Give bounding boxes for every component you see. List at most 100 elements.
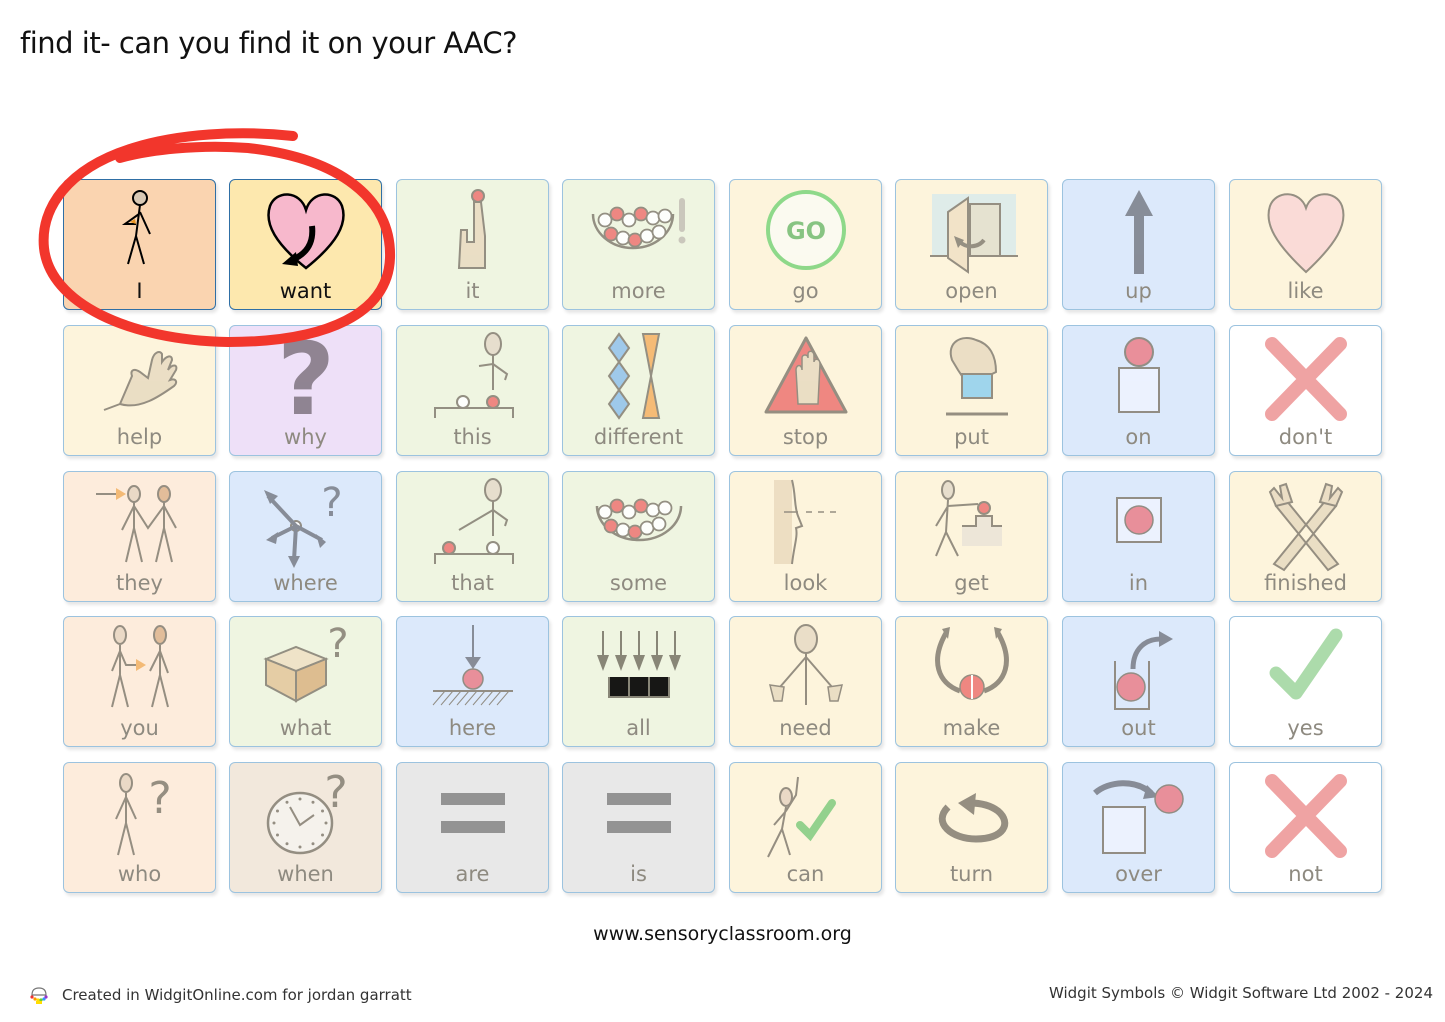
symbol-cell-need[interactable]: need xyxy=(729,616,882,747)
symbol-label: you xyxy=(120,716,159,740)
arrows-joining-ball-icon xyxy=(935,627,1009,700)
symbol-cell-all[interactable]: all xyxy=(562,616,715,747)
symbol-label: this xyxy=(453,425,492,449)
symbol-cell-that[interactable]: that xyxy=(396,471,549,602)
widgit-logo-icon xyxy=(30,987,48,1004)
symbol-cell-what[interactable]: ? what xyxy=(229,616,382,747)
symbol-label: stop xyxy=(782,425,829,449)
symbol-label: are xyxy=(455,862,490,886)
diamonds-hourglass-icon xyxy=(607,332,661,420)
symbol-cell-different[interactable]: different xyxy=(562,325,715,456)
symbol-label: more xyxy=(611,279,666,303)
two-people-icon xyxy=(96,485,177,563)
symbol-cell-more[interactable]: more xyxy=(562,179,715,310)
symbol-cell-finished[interactable]: finished xyxy=(1229,471,1382,602)
symbol-cell-turn[interactable]: turn xyxy=(895,762,1048,893)
cross-icon xyxy=(1265,774,1347,858)
door-open-icon xyxy=(930,194,1018,274)
symbol-cell-not[interactable]: not xyxy=(1229,762,1382,893)
symbol-label: want xyxy=(279,279,332,303)
symbol-label: look xyxy=(783,571,828,595)
symbol-cell-is[interactable]: is xyxy=(562,762,715,893)
symbol-cell-like[interactable]: like xyxy=(1229,179,1382,310)
person-pointing-near-icon xyxy=(434,332,514,418)
symbol-label: on xyxy=(1125,425,1152,449)
symbol-label: why xyxy=(284,425,327,449)
symbol-label: who xyxy=(117,862,162,886)
svg-text:?: ? xyxy=(148,773,171,824)
symbol-cell-can[interactable]: can xyxy=(729,762,882,893)
symbol-cell-get[interactable]: get xyxy=(895,471,1048,602)
arrows-question-icon: ? xyxy=(264,480,343,568)
equals-icon xyxy=(441,793,505,833)
symbol-cell-up[interactable]: up xyxy=(1062,179,1215,310)
person-to-person-icon xyxy=(111,625,169,708)
ball-in-box-icon xyxy=(1116,497,1162,543)
symbol-cell-in[interactable]: in xyxy=(1062,471,1215,602)
symbol-label: they xyxy=(116,571,163,595)
website-url[interactable]: www.sensoryclassroom.org xyxy=(0,923,1445,945)
page-title: find it- can you find it on your AAC? xyxy=(20,26,518,60)
symbol-cell-yes[interactable]: yes xyxy=(1229,616,1382,747)
rotate-arrow-icon xyxy=(938,793,1009,843)
symbol-cell-out[interactable]: out xyxy=(1062,616,1215,747)
symbol-cell-it[interactable]: it xyxy=(396,179,549,310)
svg-text:GO: GO xyxy=(786,217,826,245)
symbol-cell-where[interactable]: ? where xyxy=(229,471,382,602)
person-pointing-far-icon xyxy=(434,478,514,564)
symbol-label: some xyxy=(609,571,668,595)
person-getting-icon xyxy=(935,480,1002,557)
symbol-cell-put[interactable]: put xyxy=(895,325,1048,456)
symbol-label: put xyxy=(954,425,989,449)
symbol-cell-make[interactable]: make xyxy=(895,616,1048,747)
symbol-label: up xyxy=(1125,279,1152,303)
svg-text:?: ? xyxy=(327,621,348,667)
symbol-cell-go[interactable]: GO go xyxy=(729,179,882,310)
symbol-label: where xyxy=(273,571,338,595)
symbol-label: out xyxy=(1121,716,1156,740)
symbol-label: is xyxy=(630,862,647,886)
symbol-label: need xyxy=(779,716,832,740)
symbol-cell-this[interactable]: this xyxy=(396,325,549,456)
many-arrows-down-icon xyxy=(597,631,681,698)
symbol-cell-i[interactable]: I xyxy=(63,179,216,310)
heart-icon xyxy=(1267,193,1345,274)
symbol-label: help xyxy=(116,425,163,449)
symbol-cell-some[interactable]: some xyxy=(562,471,715,602)
symbol-cell-when[interactable]: ? when xyxy=(229,762,382,893)
symbol-cell-look[interactable]: look xyxy=(729,471,882,602)
go-circle-icon: GO xyxy=(766,190,846,270)
symbol-cell-open[interactable]: open xyxy=(895,179,1048,310)
symbol-cell-are[interactable]: are xyxy=(396,762,549,893)
ball-out-box-icon xyxy=(1114,631,1173,710)
finger-pointing-icon xyxy=(457,189,486,269)
symbol-label: all xyxy=(626,716,651,740)
symbol-label: don't xyxy=(1278,425,1333,449)
symbol-cell-here[interactable]: here xyxy=(396,616,549,747)
hand-putting-box-icon xyxy=(946,337,1008,416)
symbol-cell-want[interactable]: want xyxy=(229,179,382,310)
symbol-cell-you[interactable]: you xyxy=(63,616,216,747)
heart-arrow-icon xyxy=(267,193,345,270)
symbol-label: open xyxy=(945,279,998,303)
person-pointing-self-icon xyxy=(121,190,151,265)
symbol-cell-they[interactable]: they xyxy=(63,471,216,602)
symbol-cell-over[interactable]: over xyxy=(1062,762,1215,893)
symbol-cell-stop[interactable]: stop xyxy=(729,325,882,456)
symbol-cell-help[interactable]: help xyxy=(63,325,216,456)
symbol-cell-why[interactable]: ? why xyxy=(229,325,382,456)
crossed-arms-icon xyxy=(1268,482,1344,572)
symbol-cell-on[interactable]: on xyxy=(1062,325,1215,456)
symbol-label: what xyxy=(279,716,332,740)
symbol-label: get xyxy=(954,571,989,595)
symbol-label: go xyxy=(792,279,819,303)
check-icon xyxy=(1269,628,1343,700)
symbol-label: not xyxy=(1288,862,1323,886)
equals-icon xyxy=(607,793,671,833)
person-question-icon: ? xyxy=(115,773,172,856)
face-looking-icon xyxy=(774,479,836,565)
symbol-label: that xyxy=(451,571,494,595)
symbol-cell-dont[interactable]: don't xyxy=(1229,325,1382,456)
symbol-cell-who[interactable]: ? who xyxy=(63,762,216,893)
created-text: Created in WidgitOnline.com for jordan g… xyxy=(62,986,412,1004)
